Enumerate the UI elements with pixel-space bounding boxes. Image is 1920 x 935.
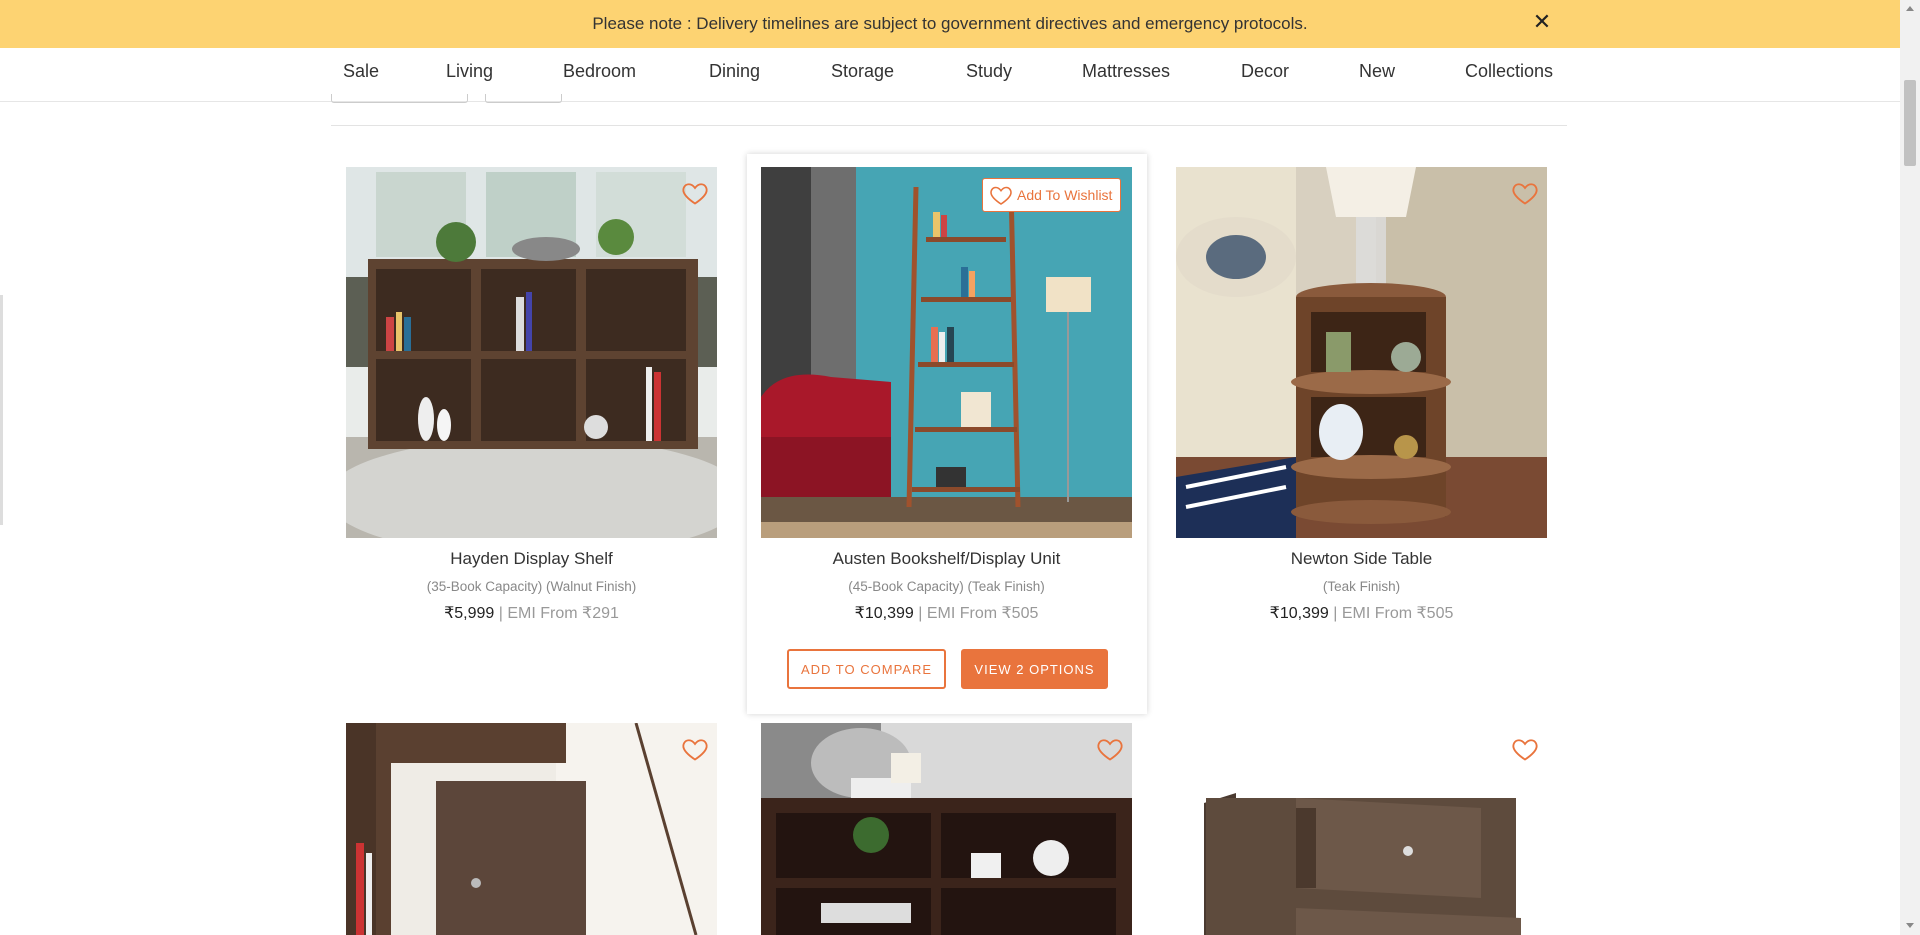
- product-card[interactable]: Newton Side Table (Teak Finish) ₹10,399 …: [1176, 167, 1547, 627]
- heart-icon[interactable]: [1096, 735, 1124, 763]
- nav-item-dining[interactable]: Dining: [709, 61, 760, 82]
- product-card[interactable]: [1176, 723, 1547, 935]
- nav-item-storage[interactable]: Storage: [831, 61, 894, 82]
- product-card[interactable]: [761, 723, 1132, 935]
- divider: [331, 125, 1567, 126]
- emi-text: | EMI From ₹505: [918, 605, 1039, 622]
- heart-icon[interactable]: [681, 179, 709, 207]
- nav-item-mattresses[interactable]: Mattresses: [1082, 61, 1170, 82]
- scroll-down-icon[interactable]: [1906, 923, 1914, 928]
- emi-text: | EMI From ₹291: [498, 605, 619, 622]
- product-price: ₹5,999: [444, 605, 495, 622]
- drawer-unit-photo[interactable]: [1176, 723, 1547, 935]
- heart-icon: [990, 186, 1012, 205]
- product-name[interactable]: Newton Side Table: [1176, 549, 1547, 569]
- product-name[interactable]: Hayden Display Shelf: [346, 549, 717, 569]
- low-bookshelf-photo[interactable]: [761, 723, 1132, 935]
- emi-text: | EMI From ₹505: [1333, 605, 1454, 622]
- product-card[interactable]: Add To Wishlist Austen Bookshelf/Display…: [747, 154, 1147, 714]
- product-subtitle: (35-Book Capacity) (Walnut Finish): [426, 579, 637, 594]
- heart-icon[interactable]: [1511, 735, 1539, 763]
- view-options-button[interactable]: VIEW 2 OPTIONS: [961, 649, 1108, 689]
- scrollbar-thumb[interactable]: [1904, 80, 1916, 166]
- product-price-row: ₹10,399 | EMI From ₹505: [761, 603, 1132, 623]
- filter-chip[interactable]: [485, 94, 562, 103]
- vertical-scrollbar[interactable]: [1900, 0, 1920, 935]
- add-to-wishlist-button[interactable]: Add To Wishlist: [982, 178, 1122, 212]
- scroll-up-icon[interactable]: [1906, 6, 1914, 11]
- product-price-row: ₹10,399 | EMI From ₹505: [1176, 603, 1547, 623]
- product-price: ₹10,399: [854, 605, 914, 622]
- nav-item-bedroom[interactable]: Bedroom: [563, 61, 636, 82]
- banner-text: Please note : Delivery timelines are sub…: [592, 14, 1308, 33]
- cabinet-door-photo[interactable]: [346, 723, 717, 935]
- side-tab[interactable]: [0, 295, 3, 525]
- product-card[interactable]: [346, 723, 717, 935]
- nav-item-sale[interactable]: Sale: [343, 61, 379, 82]
- nav-item-new[interactable]: New: [1359, 61, 1395, 82]
- nav-item-decor[interactable]: Decor: [1241, 61, 1289, 82]
- announcement-banner: Please note : Delivery timelines are sub…: [0, 0, 1900, 48]
- product-subtitle: (45-Book Capacity) (Teak Finish): [848, 579, 1045, 594]
- ladder-bookshelf-photo[interactable]: [761, 167, 1132, 538]
- add-to-compare-button[interactable]: ADD TO COMPARE: [787, 649, 946, 689]
- heart-icon[interactable]: [681, 735, 709, 763]
- wishlist-label: Add To Wishlist: [1017, 187, 1113, 203]
- product-card[interactable]: Hayden Display Shelf (35-Book Capacity) …: [346, 167, 717, 627]
- display-shelf-photo[interactable]: [346, 167, 717, 538]
- close-icon[interactable]: ✕: [1530, 9, 1554, 34]
- category-nav: Sale Living Bedroom Dining Storage Study…: [0, 48, 1900, 102]
- filter-chip[interactable]: [331, 94, 468, 103]
- heart-icon[interactable]: [1511, 179, 1539, 207]
- nav-item-living[interactable]: Living: [446, 61, 493, 82]
- product-name[interactable]: Austen Bookshelf/Display Unit: [761, 549, 1132, 569]
- nav-item-study[interactable]: Study: [966, 61, 1012, 82]
- product-subtitle: (Teak Finish): [1322, 579, 1401, 594]
- product-price: ₹10,399: [1269, 605, 1329, 622]
- nav-item-collections[interactable]: Collections: [1465, 61, 1553, 82]
- round-side-table-photo[interactable]: [1176, 167, 1547, 538]
- product-price-row: ₹5,999 | EMI From ₹291: [346, 603, 717, 623]
